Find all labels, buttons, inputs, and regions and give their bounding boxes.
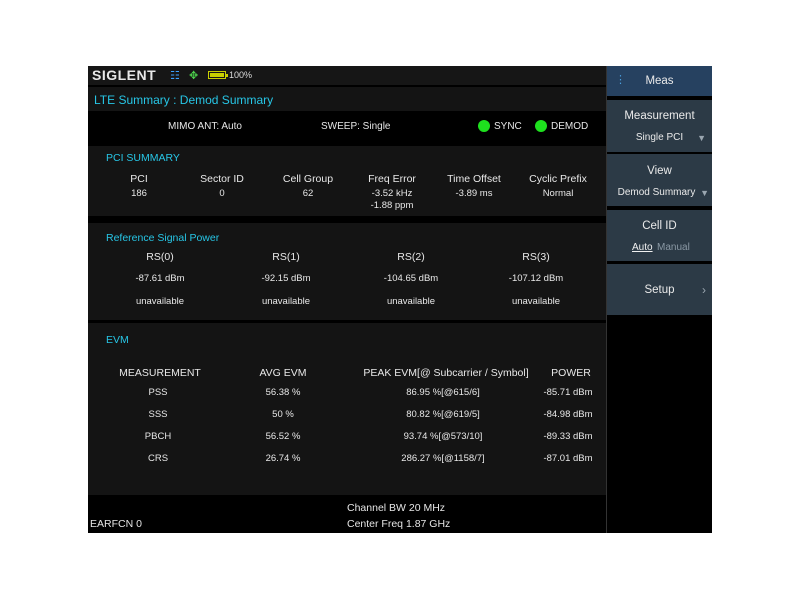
rs1-status: unavailable (261, 296, 311, 307)
evm-row-pss-peak: 86.95 %[@615/6] (406, 387, 480, 398)
rs3-header: RS(3) (522, 251, 550, 263)
rs0-header: RS(0) (146, 251, 174, 263)
evm-panel: EVM MEASUREMENT AVG EVM PEAK EVM[@ Subca… (88, 323, 606, 495)
brand-logo: SIGLENT (92, 67, 157, 83)
dropdown-arrow-icon: ▼ (697, 133, 706, 143)
status-line: MIMO ANT: Auto SWEEP: Single SYNC DEMOD (88, 113, 606, 137)
top-status-bar: SIGLENT ☷ ✥ 100% (88, 66, 606, 85)
network-icon: ☷ (170, 70, 180, 82)
power-plug-icon: ✥ (189, 70, 199, 82)
pci-summary-title: PCI SUMMARY (106, 152, 180, 164)
reference-signal-power-panel: Reference Signal Power RS(0) RS(1) RS(2)… (88, 223, 606, 320)
view-value: Demod Summary (617, 187, 696, 198)
chevron-right-icon: › (702, 283, 706, 297)
softkey-menu: ⋮ Meas Measurement Single PCI ▼ View Dem… (607, 66, 712, 316)
dropdown-arrow-icon: ▼ (700, 188, 709, 198)
evm-row-sss-name: SSS (148, 409, 168, 420)
demod-indicator-icon (535, 120, 547, 132)
mimo-antenna-status: MIMO ANT: Auto (168, 121, 242, 132)
view-label: View (647, 165, 672, 177)
rs1-header: RS(1) (272, 251, 300, 263)
reference-signal-power-title: Reference Signal Power (106, 232, 220, 244)
rs2-header: RS(2) (397, 251, 425, 263)
evm-peak-header: PEAK EVM[@ Subcarrier / Symbol] (363, 367, 529, 379)
evm-row-sss-peak: 80.82 %[@619/5] (406, 409, 480, 420)
evm-row-sss-power: -84.98 dBm (543, 409, 593, 420)
measurement-softkey[interactable]: Measurement Single PCI ▼ (607, 100, 712, 152)
cell-id-softkey[interactable]: Cell ID Auto Manual (607, 210, 712, 261)
battery-icon (208, 71, 228, 79)
measurement-label: Measurement (624, 110, 695, 122)
evm-row-pbch-name: PBCH (144, 431, 172, 442)
bottom-info-bar: EARFCN 0 Channel BW 20 MHz Center Freq 1… (88, 498, 606, 533)
sweep-status: SWEEP: Single (321, 121, 391, 132)
meas-menu-title: Meas (645, 75, 674, 87)
battery-fill (210, 73, 224, 77)
rs3-status: unavailable (511, 296, 561, 307)
evm-row-crs-name: CRS (147, 453, 169, 464)
rs2-power: -104.65 dBm (383, 273, 439, 284)
freq-error-value: -3.52 kHz (371, 188, 413, 199)
page-title: LTE Summary : Demod Summary (94, 93, 274, 107)
rs0-power: -87.61 dBm (135, 273, 185, 284)
meas-menu-header[interactable]: ⋮ Meas (607, 66, 712, 96)
evm-power-header: POWER (551, 367, 591, 379)
battery-percent: 100% (229, 70, 253, 80)
evm-row-sss-avg: 50 % (272, 409, 294, 420)
pci-summary-panel: PCI SUMMARY PCI Sector ID Cell Group Fre… (88, 146, 606, 216)
evm-avg-header: AVG EVM (259, 367, 307, 379)
evm-row-pbch-avg: 56.52 % (265, 431, 301, 442)
freq-error-header: Freq Error (368, 173, 416, 185)
rs3-power: -107.12 dBm (508, 273, 564, 284)
center-freq-label: Center Freq 1.87 GHz (347, 518, 451, 530)
rs0-status: unavailable (135, 296, 185, 307)
pci-header: PCI (130, 173, 148, 185)
evm-row-crs-avg: 26.74 % (265, 453, 301, 464)
evm-row-pbch-peak: 93.74 %[@573/10] (403, 431, 483, 442)
view-softkey[interactable]: View Demod Summary ▼ (607, 154, 712, 206)
cell-id-auto-option[interactable]: Auto (632, 242, 653, 253)
evm-row-crs-peak: 286.27 %[@1158/7] (401, 453, 485, 464)
cell-group-value: 62 (302, 188, 314, 199)
earfcn-label: EARFCN 0 (90, 518, 142, 530)
evm-row-pbch-power: -89.33 dBm (543, 431, 593, 442)
sync-label: SYNC (494, 121, 522, 132)
evm-row-pss-power: -85.71 dBm (543, 387, 593, 398)
evm-row-pss-name: PSS (148, 387, 168, 398)
rs2-status: unavailable (386, 296, 436, 307)
analyzer-screen: SIGLENT ☷ ✥ 100% LTE Summary : Demod Sum… (88, 66, 712, 533)
evm-row-pss-avg: 56.38 % (265, 387, 301, 398)
freq-error-ppm: -1.88 ppm (370, 200, 414, 211)
rs1-power: -92.15 dBm (261, 273, 311, 284)
cell-id-manual-option[interactable]: Manual (657, 242, 690, 253)
cell-group-header: Cell Group (282, 173, 334, 185)
sync-indicator-icon (478, 120, 490, 132)
evm-title: EVM (106, 334, 129, 346)
demod-label: DEMOD (551, 121, 589, 132)
setup-label: Setup (644, 284, 675, 296)
cyclic-prefix-value: Normal (542, 188, 574, 199)
menu-empty-area (607, 316, 712, 533)
evm-row-crs-power: -87.01 dBm (543, 453, 593, 464)
sector-id-header: Sector ID (200, 173, 244, 185)
time-offset-value: -3.89 ms (455, 188, 493, 199)
cell-id-label: Cell ID (642, 220, 677, 232)
sector-id-value: 0 (219, 188, 225, 199)
evm-measurement-header: MEASUREMENT (119, 367, 201, 379)
title-bar: LTE Summary : Demod Summary (88, 87, 606, 111)
pci-value: 186 (131, 188, 147, 199)
channel-bw-label: Channel BW 20 MHz (347, 502, 446, 514)
setup-softkey[interactable]: Setup › (607, 264, 712, 315)
time-offset-header: Time Offset (447, 173, 501, 185)
cyclic-prefix-header: Cyclic Prefix (529, 173, 587, 185)
